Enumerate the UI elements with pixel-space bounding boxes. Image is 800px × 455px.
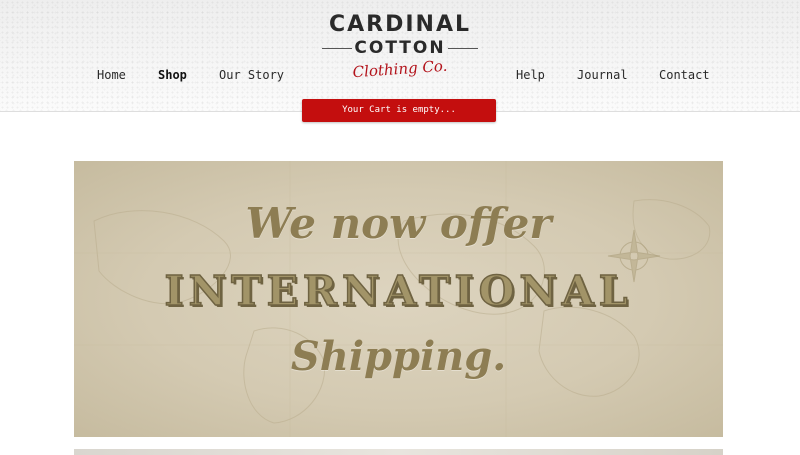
nav-journal[interactable]: Journal <box>577 68 628 82</box>
nav-home[interactable]: Home <box>97 68 126 82</box>
logo-wordmark-top: CARDINAL <box>328 12 472 37</box>
site-header: Home Shop Our Story CARDINAL COTTON Clot… <box>0 0 800 112</box>
international-shipping-banner[interactable]: We now offer INTERNATIONAL Shipping. <box>74 161 723 437</box>
next-banner-edge <box>74 449 723 455</box>
logo-script-text: Clothing Co. <box>352 56 448 82</box>
cart-button[interactable]: Your Cart is empty... <box>302 99 496 122</box>
nav-contact[interactable]: Contact <box>659 68 710 82</box>
nav-our-story[interactable]: Our Story <box>219 68 284 82</box>
logo-rule-right <box>448 48 478 49</box>
brand-logo[interactable]: CARDINAL COTTON Clothing Co. <box>322 10 478 90</box>
nav-shop[interactable]: Shop <box>158 68 187 82</box>
banner-headline-main: INTERNATIONAL <box>164 266 633 316</box>
banner-headline-top: We now offer <box>245 199 552 248</box>
banner-headline-bottom: Shipping. <box>290 333 507 380</box>
nav-help[interactable]: Help <box>516 68 545 82</box>
